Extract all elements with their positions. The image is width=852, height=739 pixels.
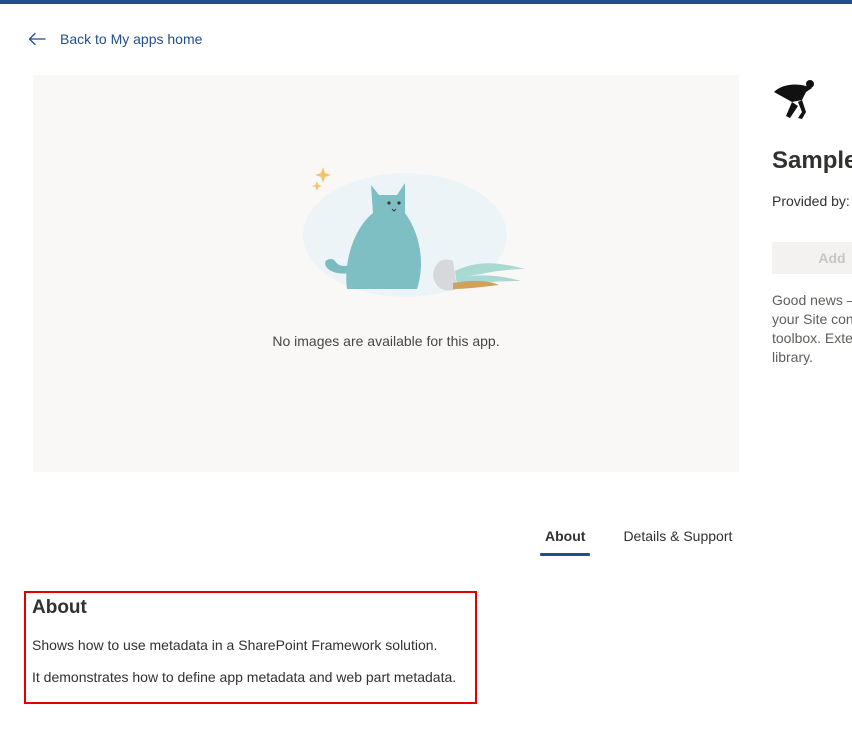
no-images-message: No images are available for this app. <box>272 333 500 349</box>
empty-cat-illustration <box>303 167 525 297</box>
about-paragraph: It demonstrates how to define app metada… <box>32 669 457 685</box>
about-section: About Shows how to use metadata in a Sha… <box>24 591 477 704</box>
image-gallery: No images are available for this app. <box>33 75 739 472</box>
app-title: Sample <box>772 147 852 174</box>
tab-about[interactable]: About <box>540 528 591 556</box>
tab-details-support[interactable]: Details & Support <box>618 528 737 556</box>
back-to-my-apps-link[interactable]: Back to My apps home <box>28 29 202 49</box>
description-line: your Site con <box>772 311 852 327</box>
top-accent-bar <box>0 0 852 4</box>
description-line: library. <box>772 349 813 365</box>
description-line: toolbox. Exte <box>772 330 852 346</box>
app-short-description: Good news – your Site con toolbox. Exte … <box>772 291 852 367</box>
description-line: Good news – <box>772 292 852 308</box>
superhero-app-icon <box>772 78 820 125</box>
add-app-button[interactable]: Add <box>772 242 852 274</box>
provided-by-label: Provided by: <box>772 193 850 209</box>
about-paragraph: Shows how to use metadata in a SharePoin… <box>32 637 438 653</box>
back-link-label: Back to My apps home <box>60 31 203 47</box>
details-tabs: About Details & Support <box>540 528 737 556</box>
about-heading: About <box>32 597 87 618</box>
arrow-left-icon <box>28 32 46 46</box>
